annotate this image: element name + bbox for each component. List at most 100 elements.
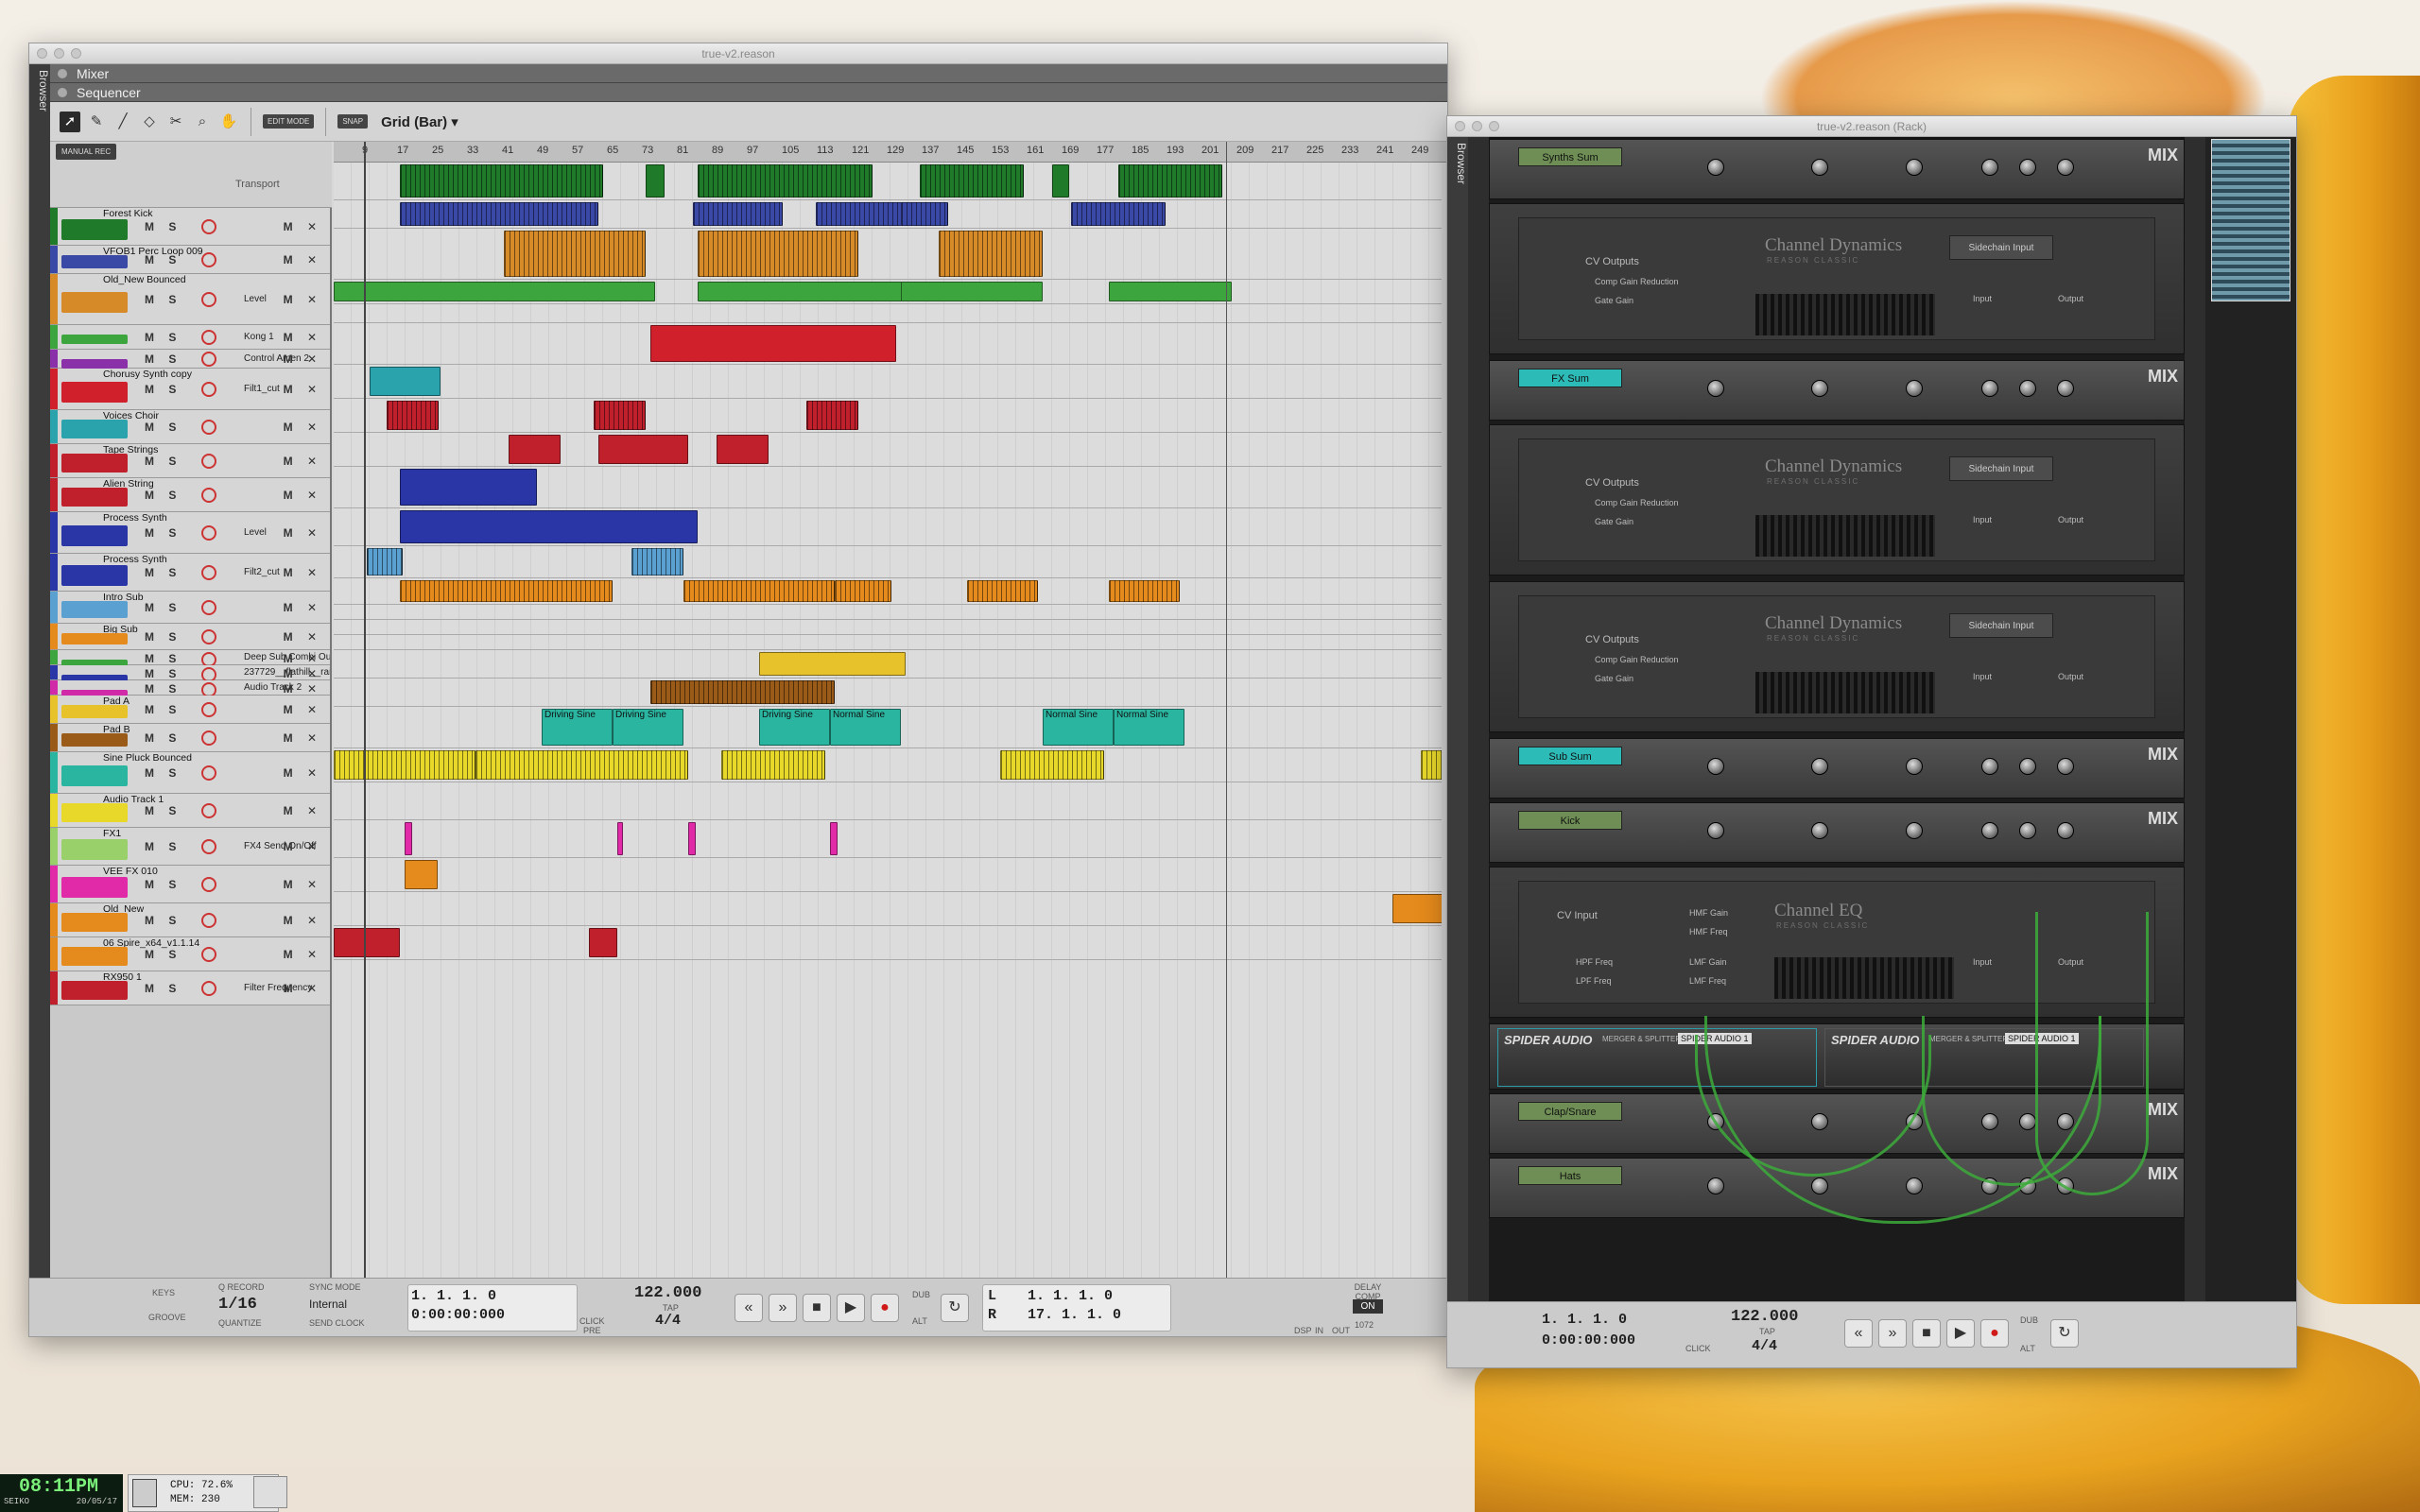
- rewind-button[interactable]: «: [735, 1294, 763, 1322]
- knob[interactable]: [1981, 758, 1998, 775]
- rack-titlebar[interactable]: true-v2.reason (Rack): [1447, 116, 2296, 137]
- sequencer-clip[interactable]: [939, 231, 1043, 277]
- quantize-value[interactable]: 1/16: [218, 1296, 257, 1314]
- rack-browser-tab[interactable]: Browser: [1447, 137, 1468, 1367]
- track-row[interactable]: RX950 1M S Filter Frequency M ✕: [50, 971, 330, 1005]
- snap-button[interactable]: SNAP: [337, 114, 369, 129]
- sequencer-clip[interactable]: [646, 164, 665, 198]
- end-marker[interactable]: [1226, 142, 1227, 1295]
- sequencer-clip[interactable]: [617, 822, 623, 855]
- mute-solo-buttons[interactable]: M S: [145, 914, 182, 927]
- track-row[interactable]: VEE FX 010 M S M ✕: [50, 866, 330, 903]
- knob[interactable]: [2019, 822, 2036, 839]
- knob[interactable]: [1811, 822, 1828, 839]
- sequencer-clip[interactable]: [1392, 894, 1442, 923]
- track-lane[interactable]: [334, 748, 1442, 782]
- sequencer-clip[interactable]: [589, 928, 617, 957]
- knob[interactable]: [1707, 159, 1724, 176]
- sequencer-lanes[interactable]: Driving Sine Driving Sine Driving Sine Norm…: [334, 163, 1442, 1297]
- mute-solo-buttons[interactable]: M S: [145, 982, 182, 995]
- mute-solo-buttons[interactable]: M S: [145, 948, 182, 961]
- mute-solo-buttons[interactable]: M S: [145, 293, 182, 306]
- rack-area[interactable]: Synths Sum MIX Channel Dynamics REASON CLAS…: [1468, 137, 2205, 1301]
- sequencer-clip[interactable]: [598, 435, 688, 464]
- track-row[interactable]: Process Synth M S Filt2_cut M ✕: [50, 554, 330, 592]
- pencil-tool-icon[interactable]: ✎: [86, 112, 107, 132]
- mute-solo-buttons[interactable]: M S: [145, 383, 182, 396]
- lane-mute-delete-buttons[interactable]: M ✕: [284, 840, 322, 853]
- record-enable-icon[interactable]: [201, 330, 216, 345]
- mix-channel-device[interactable]: Kick MIX: [1489, 802, 2185, 863]
- tempo-value[interactable]: 122.000: [634, 1284, 701, 1302]
- track-lane[interactable]: [334, 820, 1442, 858]
- knob[interactable]: [2019, 159, 2036, 176]
- record-enable-icon[interactable]: [201, 565, 216, 580]
- hand-tool-icon[interactable]: ✋: [218, 112, 239, 132]
- mute-solo-buttons[interactable]: M S: [145, 667, 182, 680]
- stop-button[interactable]: ■: [803, 1294, 831, 1322]
- record-enable-icon[interactable]: [201, 730, 216, 746]
- sequencer-clip[interactable]: [594, 401, 646, 430]
- tap-label[interactable]: TAP: [663, 1303, 679, 1313]
- knob[interactable]: [1811, 380, 1828, 397]
- record-enable-icon[interactable]: [201, 765, 216, 781]
- knob[interactable]: [1906, 822, 1923, 839]
- sequencer-clip[interactable]: [698, 282, 925, 301]
- knob[interactable]: [2057, 822, 2074, 839]
- sequencer-clip[interactable]: [1000, 750, 1104, 780]
- knob[interactable]: [2019, 758, 2036, 775]
- record-enable-icon[interactable]: [201, 913, 216, 928]
- mute-solo-buttons[interactable]: M S: [145, 703, 182, 716]
- loop-button[interactable]: ↻: [941, 1294, 969, 1322]
- record-enable-icon[interactable]: [201, 803, 216, 818]
- record-enable-icon[interactable]: [201, 252, 216, 267]
- time-signature[interactable]: 4/4: [655, 1313, 681, 1329]
- record-enable-icon[interactable]: [201, 292, 216, 307]
- sequencer-clip[interactable]: [717, 435, 769, 464]
- line-tool-icon[interactable]: ╱: [112, 112, 133, 132]
- channel-name-display[interactable]: Sub Sum: [1518, 747, 1622, 765]
- track-lane[interactable]: [334, 679, 1442, 707]
- close-button[interactable]: [37, 48, 47, 59]
- mute-solo-buttons[interactable]: M S: [145, 630, 182, 644]
- sequencer-clip[interactable]: [698, 164, 873, 198]
- lane-mute-delete-buttons[interactable]: M ✕: [284, 667, 322, 680]
- manual-rec-button[interactable]: MANUAL REC: [56, 144, 117, 160]
- mute-solo-buttons[interactable]: M S: [145, 253, 182, 266]
- sequencer-clip[interactable]: [631, 548, 683, 576]
- track-lane[interactable]: [334, 365, 1442, 399]
- sequencer-clip[interactable]: [1109, 580, 1180, 602]
- channel-name-display[interactable]: Synths Sum: [1518, 147, 1622, 166]
- lane-mute-delete-buttons[interactable]: M ✕: [284, 455, 322, 468]
- track-lane[interactable]: [334, 926, 1442, 960]
- lane-mute-delete-buttons[interactable]: M ✕: [284, 352, 322, 366]
- track-row[interactable]: Pad BM SM ✕: [50, 724, 330, 752]
- sync-mode-value[interactable]: Internal: [309, 1297, 347, 1311]
- eraser-tool-icon[interactable]: ◇: [139, 112, 160, 132]
- track-lane[interactable]: [334, 200, 1442, 229]
- mute-solo-buttons[interactable]: M S: [145, 601, 182, 614]
- track-row[interactable]: Audio Track 1M SM ✕: [50, 794, 330, 828]
- channel-name-display[interactable]: Clap/Snare: [1518, 1102, 1622, 1121]
- sequencer-clip[interactable]: [683, 580, 835, 602]
- track-lane[interactable]: [334, 399, 1442, 433]
- grid-select[interactable]: Grid (Bar) ▾: [381, 113, 458, 130]
- record-enable-icon[interactable]: [201, 947, 216, 962]
- sequencer-clip[interactable]: [1071, 202, 1166, 226]
- sequencer-clip[interactable]: Normal Sine: [1043, 709, 1114, 746]
- track-row[interactable]: Big Sub M SM ✕: [50, 624, 330, 650]
- knob[interactable]: [1981, 822, 1998, 839]
- track-row[interactable]: Alien String M SM ✕: [50, 478, 330, 512]
- channel-dynamics-device[interactable]: Channel Dynamics REASON CLASSIC Sidechain …: [1489, 203, 2185, 354]
- mute-solo-buttons[interactable]: M S: [145, 220, 182, 233]
- track-row[interactable]: M SDeep Sub Combi Out...M ✕: [50, 650, 330, 669]
- lane-mute-delete-buttons[interactable]: M ✕: [284, 566, 322, 579]
- mute-solo-buttons[interactable]: M S: [145, 840, 182, 853]
- track-name[interactable]: Process Synth: [103, 554, 167, 565]
- sequencer-clip[interactable]: [400, 580, 613, 602]
- track-name[interactable]: FX1: [103, 828, 122, 839]
- lane-mute-delete-buttons[interactable]: M ✕: [284, 878, 322, 891]
- fast-forward-button[interactable]: »: [769, 1294, 797, 1322]
- track-row[interactable]: Chorusy Synth copy M S Filt1_cut M ✕: [50, 369, 330, 410]
- sequencer-clip[interactable]: [816, 202, 906, 226]
